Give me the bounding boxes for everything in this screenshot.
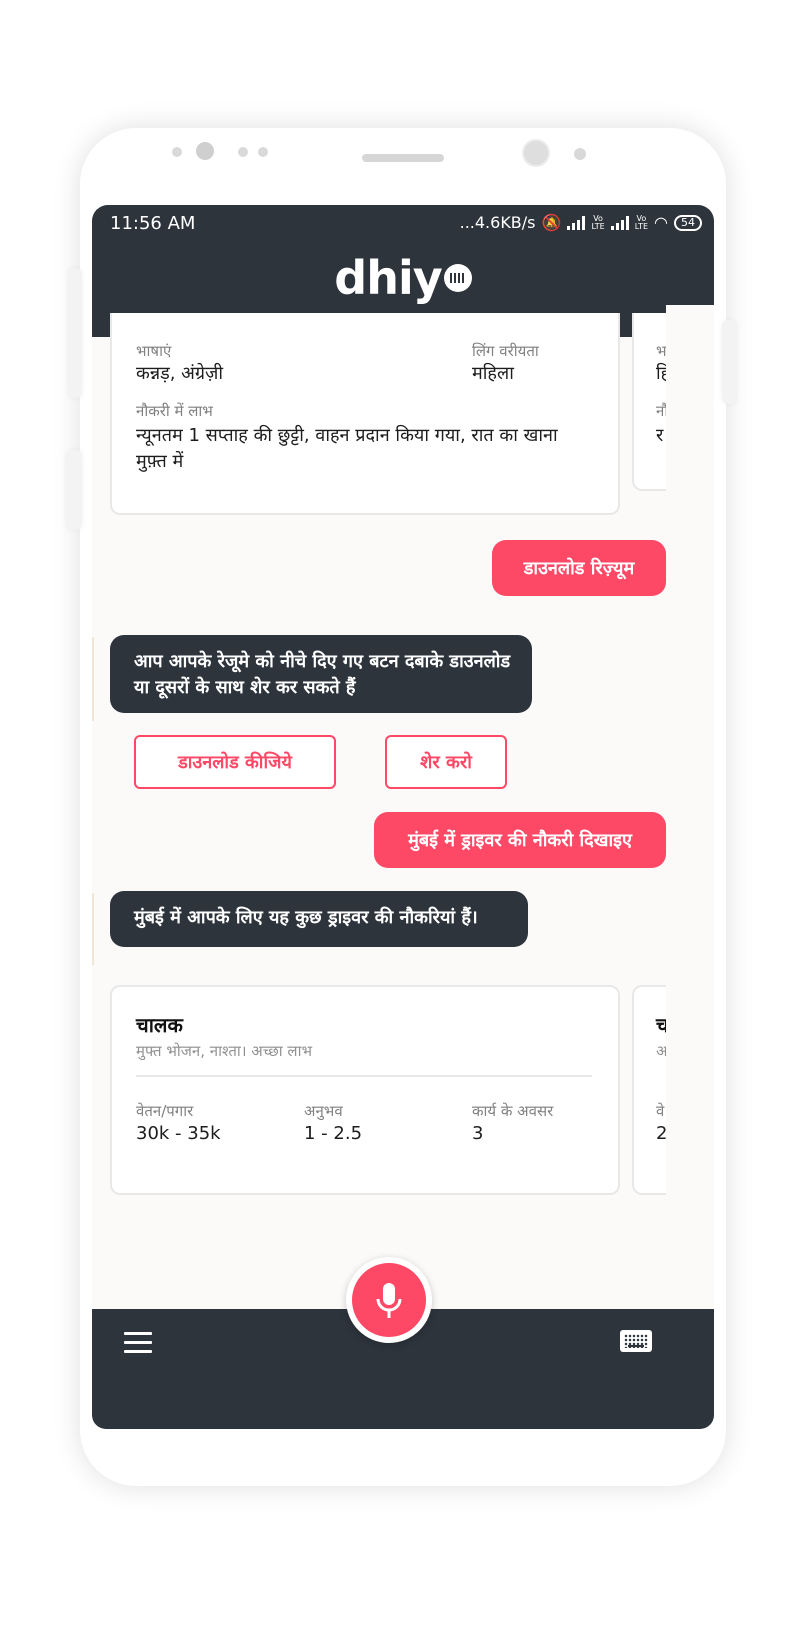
experience-value: 1 - 2.5 — [304, 1123, 363, 1144]
salary-label: वेतन/पगार — [136, 1102, 194, 1120]
dhiyo-logo: dhiy — [92, 251, 714, 305]
mute-icon: 🔕 — [541, 213, 562, 232]
earpiece-speaker — [362, 154, 444, 162]
card-divider — [136, 1075, 592, 1077]
proximity-sensor — [522, 139, 550, 167]
microphone-icon — [376, 1283, 402, 1318]
volte-label: Vo LTE — [634, 213, 649, 231]
peek-label: भ — [656, 342, 667, 360]
volume-button — [68, 268, 82, 398]
peek-mask — [666, 975, 714, 1215]
benefits-label: नौकरी में लाभ — [136, 402, 213, 420]
salary-value: 30k - 35k — [136, 1123, 221, 1144]
sensor-dot — [258, 147, 268, 157]
job-card[interactable]: चालक मुफ्त भोजन, नाश्ता। अच्छा लाभ वेतन/… — [110, 985, 620, 1195]
menu-icon[interactable] — [124, 1332, 152, 1354]
power-button — [722, 320, 736, 404]
experience-label: अनुभव — [304, 1102, 343, 1120]
profile-card: भाषाएं कन्नड़, अंग्रेज़ी लिंग वरीयता महि… — [110, 313, 620, 515]
share-button[interactable]: शेर करो — [385, 735, 507, 789]
languages-value: कन्नड़, अंग्रेज़ी — [136, 363, 224, 384]
bot-message-jobs: मुंबई में आपके लिए यह कुछ ड्राइवर की नौक… — [110, 891, 528, 947]
chat-thread-line — [92, 893, 94, 965]
front-camera — [196, 142, 214, 160]
logo-text: dhiy — [334, 251, 442, 305]
status-icons: ...4.6KB/s 🔕 Vo LTE Vo LTE ◠ 54 — [460, 213, 702, 232]
openings-value: 3 — [472, 1123, 484, 1144]
wifi-icon: ◠ — [654, 213, 668, 232]
job-title: चालक — [136, 1013, 183, 1037]
sensor-dot — [172, 147, 182, 157]
gender-label: लिंग वरीयता — [472, 342, 539, 360]
battery-icon: 54 — [674, 214, 702, 231]
bot-message-resume: आप आपके रेजूमे को नीचे दिए गए बटन दबाके … — [110, 635, 532, 713]
signal-icon — [610, 215, 629, 230]
chat-thread-line — [92, 637, 94, 721]
volte-label: Vo LTE — [591, 213, 605, 231]
user-message-download-resume[interactable]: डाउनलोड रिज़्यूम — [492, 540, 666, 596]
sensor-dot — [574, 148, 586, 160]
job-subtitle: मुफ्त भोजन, नाश्ता। अच्छा लाभ — [136, 1042, 313, 1060]
sensor-dot — [238, 147, 248, 157]
languages-label: भाषाएं — [136, 342, 172, 360]
keyboard-icon[interactable] — [620, 1330, 652, 1352]
peek-value: र — [656, 425, 664, 446]
openings-label: कार्य के अवसर — [472, 1102, 554, 1120]
signal-icon — [567, 215, 586, 230]
user-message-driver-jobs[interactable]: मुंबई में ड्राइवर की नौकरी दिखाइए — [374, 812, 666, 868]
logo-sound-icon — [443, 263, 472, 292]
app-screen: 11:56 AM ...4.6KB/s 🔕 Vo LTE Vo LTE ◠ 54 d… — [92, 205, 714, 1429]
mic-button[interactable] — [352, 1263, 426, 1337]
network-speed: ...4.6KB/s — [459, 213, 536, 232]
peek-salary-label: वे — [656, 1102, 665, 1120]
benefits-value: न्यूनतम 1 सप्ताह की छुट्टी, वाहन प्रदान … — [136, 425, 558, 472]
gender-value: महिला — [472, 363, 514, 384]
download-button[interactable]: डाउनलोड कीजिये — [134, 735, 336, 789]
side-button — [66, 450, 82, 530]
status-time: 11:56 AM — [110, 213, 196, 234]
